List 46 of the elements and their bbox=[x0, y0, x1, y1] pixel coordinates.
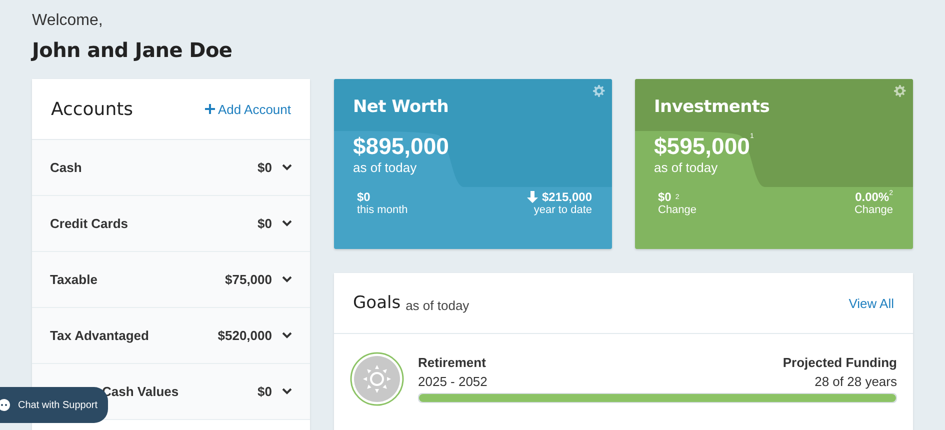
account-row[interactable]: Credit Cards $0 bbox=[32, 196, 310, 252]
card-value: $595,000$^{1}$ bbox=[654, 133, 754, 160]
account-label: Tax Advantaged bbox=[50, 328, 149, 343]
goal-years: 2025 - 2052 bbox=[418, 374, 488, 389]
stat-caption: year to date bbox=[534, 204, 592, 216]
card-caption: as of today bbox=[654, 160, 719, 175]
view-all-link[interactable]: View All bbox=[848, 296, 894, 310]
panel-subtitle: as of today bbox=[406, 298, 470, 312]
plus-icon bbox=[205, 104, 215, 114]
stat-caption: Change bbox=[658, 204, 697, 216]
card-caption: as of today bbox=[353, 160, 418, 175]
account-amount: $0 bbox=[258, 216, 272, 231]
goal-status: 28 of 28 years bbox=[814, 374, 897, 389]
sun-icon bbox=[350, 352, 404, 406]
account-amount: $0 bbox=[258, 160, 272, 175]
account-row[interactable]: Tax Advantaged $520,000 bbox=[32, 308, 310, 364]
goal-name: Retirement bbox=[418, 355, 487, 370]
stat-value: $0$^{2}$ bbox=[658, 190, 680, 204]
goal-status-label: Projected Funding bbox=[782, 355, 897, 370]
panel-title: Goals bbox=[353, 293, 401, 313]
welcome-text: Welcome, bbox=[32, 12, 104, 30]
chevron-icon[interactable] bbox=[282, 332, 292, 339]
chat-bubble-icon bbox=[0, 399, 10, 411]
chevron-icon[interactable] bbox=[282, 388, 292, 395]
account-amount: $75,000 bbox=[225, 272, 272, 287]
account-row[interactable]: Taxable $75,000 bbox=[32, 252, 310, 308]
card-title: Investments bbox=[654, 97, 771, 117]
chevron-icon[interactable] bbox=[282, 276, 292, 283]
chevron-icon[interactable] bbox=[282, 164, 292, 171]
panel-title: Accounts bbox=[51, 98, 134, 120]
chevron-icon[interactable] bbox=[282, 220, 292, 227]
stat-value: 0.00%$^{2}$ bbox=[855, 190, 893, 204]
stat-caption: Change bbox=[854, 204, 893, 216]
account-amount: $520,000 bbox=[218, 328, 272, 343]
user-name: John and Jane Doe bbox=[32, 38, 234, 62]
card-value: $895,000 bbox=[353, 133, 449, 160]
stat-caption: this month bbox=[357, 204, 408, 216]
add-account-link[interactable]: Add Account bbox=[205, 102, 291, 116]
account-label: Cash bbox=[50, 160, 82, 175]
account-amount: $0 bbox=[258, 384, 272, 399]
account-label: Taxable bbox=[50, 272, 98, 287]
card-title: Net Worth bbox=[353, 97, 450, 117]
stat-value: $0 bbox=[357, 190, 372, 204]
stat-value: $215,000 bbox=[542, 190, 592, 204]
account-row[interactable]: Cash $0 bbox=[32, 140, 310, 196]
account-label: Credit Cards bbox=[50, 216, 128, 231]
